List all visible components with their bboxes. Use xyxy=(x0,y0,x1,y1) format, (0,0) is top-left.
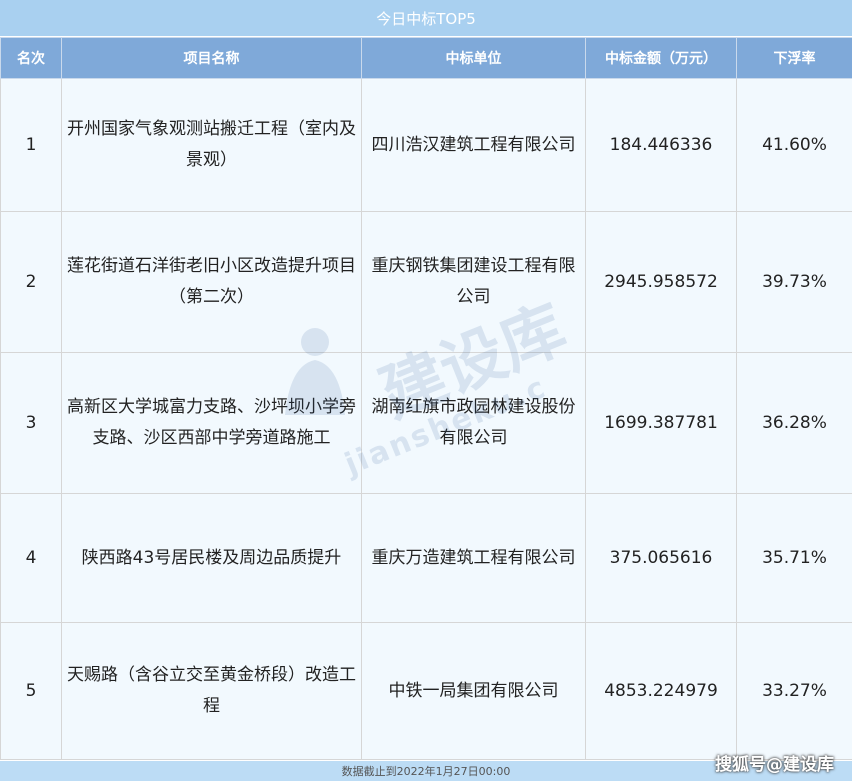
winner-cell: 四川浩汉建筑工程有限公司 xyxy=(361,78,586,212)
table-row: 2 莲花街道石洋街老旧小区改造提升项目（第二次） 重庆钢铁集团建设工程有限公司 … xyxy=(0,211,852,353)
table-row: 1 开州国家气象观测站搬迁工程（室内及景观） 四川浩汉建筑工程有限公司 184.… xyxy=(0,78,852,212)
winner-cell: 中铁一局集团有限公司 xyxy=(361,622,586,760)
rate-cell: 36.28% xyxy=(736,352,852,494)
rate-cell: 33.27% xyxy=(736,622,852,760)
header-rate: 下浮率 xyxy=(736,37,852,79)
amount-cell: 4853.224979 xyxy=(585,622,737,760)
project-cell: 陕西路43号居民楼及周边品质提升 xyxy=(61,493,362,623)
rank-cell: 1 xyxy=(0,78,62,212)
source-watermark: 搜狐号@建设库 xyxy=(715,755,834,775)
amount-cell: 1699.387781 xyxy=(585,352,737,494)
table-row: 3 高新区大学城富力支路、沙坪坝小学旁支路、沙区西部中学旁道路施工 湖南红旗市政… xyxy=(0,352,852,494)
header-project: 项目名称 xyxy=(61,37,362,79)
rank-cell: 3 xyxy=(0,352,62,494)
winner-cell: 重庆万造建筑工程有限公司 xyxy=(361,493,586,623)
header-amount: 中标金额（万元） xyxy=(585,37,737,79)
header-winner: 中标单位 xyxy=(361,37,586,79)
rate-cell: 41.60% xyxy=(736,78,852,212)
header-row: 名次 项目名称 中标单位 中标金额（万元） 下浮率 xyxy=(0,37,852,79)
amount-cell: 184.446336 xyxy=(585,78,737,212)
header-rank: 名次 xyxy=(0,37,62,79)
project-cell: 开州国家气象观测站搬迁工程（室内及景观） xyxy=(61,78,362,212)
winner-cell: 湖南红旗市政园林建设股份有限公司 xyxy=(361,352,586,494)
rate-cell: 39.73% xyxy=(736,211,852,353)
project-cell: 高新区大学城富力支路、沙坪坝小学旁支路、沙区西部中学旁道路施工 xyxy=(61,352,362,494)
rank-cell: 4 xyxy=(0,493,62,623)
table-row: 4 陕西路43号居民楼及周边品质提升 重庆万造建筑工程有限公司 375.0656… xyxy=(0,493,852,623)
winner-cell: 重庆钢铁集团建设工程有限公司 xyxy=(361,211,586,353)
project-cell: 莲花街道石洋街老旧小区改造提升项目（第二次） xyxy=(61,211,362,353)
rank-cell: 5 xyxy=(0,622,62,760)
rate-cell: 35.71% xyxy=(736,493,852,623)
ranking-table: 名次 项目名称 中标单位 中标金额（万元） 下浮率 1 开州国家气象观测站搬迁工… xyxy=(0,37,852,760)
amount-cell: 2945.958572 xyxy=(585,211,737,353)
project-cell: 天赐路（含谷立交至黄金桥段）改造工程 xyxy=(61,622,362,760)
amount-cell: 375.065616 xyxy=(585,493,737,623)
table-title: 今日中标TOP5 xyxy=(0,0,852,36)
rank-cell: 2 xyxy=(0,211,62,353)
table-row: 5 天赐路（含谷立交至黄金桥段）改造工程 中铁一局集团有限公司 4853.224… xyxy=(0,622,852,760)
